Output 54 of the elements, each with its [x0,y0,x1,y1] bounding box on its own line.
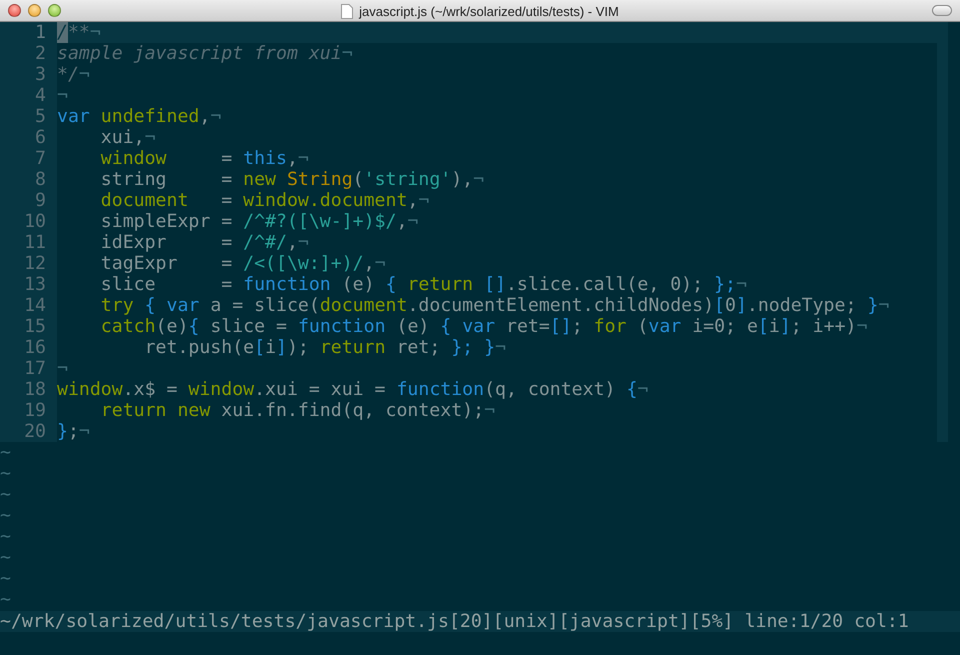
code-line: ¬ [57,85,69,106]
toolbar-toggle-button[interactable] [932,5,952,16]
tilde-marker: ~ [0,484,11,505]
code-line: window.x$ = window.xui = xui = function(q, context) {¬ [57,379,650,400]
line-number: 15 [0,316,57,337]
code-line: return new xui.fn.find(q, context);¬ [100,400,496,421]
code-line: ¬ [57,358,69,379]
line-number: 6 [0,127,57,148]
line-number: 16 [0,337,57,358]
tilde-marker: ~ [0,463,11,484]
code-line: */¬ [57,64,91,85]
line-number: 14 [0,295,57,316]
code-line: var undefined,¬ [57,106,222,127]
line-number: 7 [0,148,57,169]
line-number: 19 [0,400,57,421]
line-number: 5 [0,106,57,127]
code-line: idExpr = /^#/,¬ [100,232,310,253]
code-line: document = window.document,¬ [100,190,430,211]
minimize-button[interactable] [28,4,41,17]
code-line: sample javascript from xui¬ [57,43,354,64]
code-line: slice = function (e) { return [].slice.call(e, 0); };¬ [100,274,748,295]
line-number: 1 [0,22,57,43]
line-number: 8 [0,169,57,190]
tilde-marker: ~ [0,568,11,589]
tilde-marker: ~ [0,526,11,547]
line-number: 3 [0,64,57,85]
line-number: 17 [0,358,57,379]
code-line: catch(e){ slice = function (e) { var ret=[]; for (var i=0; e[i]; i++)¬ [100,316,868,337]
code-line: };¬ [57,421,91,442]
line-number: 9 [0,190,57,211]
tilde-marker: ~ [0,589,11,610]
tilde-marker: ~ [0,547,11,568]
line-number: 4 [0,85,57,106]
line-number: 12 [0,253,57,274]
code-line: ret.push(e[i]); return ret; }; }¬ [144,337,507,358]
code-line: string = new String('string'),¬ [100,169,486,190]
scroll-bar[interactable] [937,22,948,442]
code-line: tagExpr = /<([\w:]+)/,¬ [100,253,387,274]
window-title: javascript.js (~/wrk/solarized/utils/tests) - VIM [359,4,619,18]
code-line: simpleExpr = /^#?([\w-]+)$/,¬ [100,211,420,232]
line-number: 2 [0,43,57,64]
line-number: 11 [0,232,57,253]
document-icon [341,4,354,18]
zoom-button[interactable] [48,4,61,17]
line-number: 20 [0,421,57,442]
code-line: try { var a = slice(document.documentElement.childNodes)[0].nodeType; }¬ [100,295,890,316]
line-number: 13 [0,274,57,295]
tilde-marker: ~ [0,505,11,526]
line-number: 10 [0,211,57,232]
code-line: xui,¬ [100,127,157,148]
close-button[interactable] [8,4,21,17]
code-line: window = this,¬ [100,148,310,169]
tilde-marker: ~ [0,442,11,463]
line-number: 18 [0,379,57,400]
